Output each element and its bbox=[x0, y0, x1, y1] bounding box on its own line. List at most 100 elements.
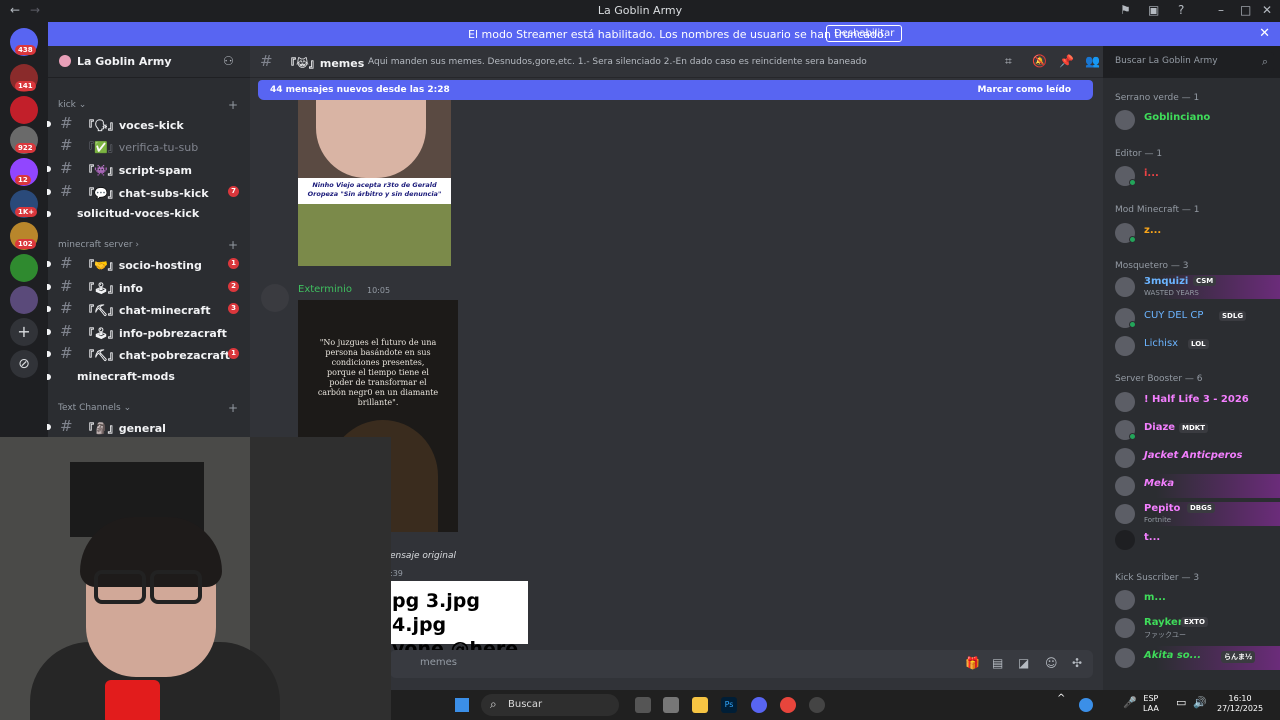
close-window-icon[interactable]: ✕ bbox=[1262, 3, 1272, 17]
gif-icon[interactable]: ▤ bbox=[992, 656, 1003, 670]
pin-icon[interactable]: 📌 bbox=[1059, 54, 1074, 68]
channel-item[interactable]: # 『👾』script-spam bbox=[47, 159, 250, 179]
maximize-icon[interactable]: □ bbox=[1240, 3, 1251, 17]
minimize-icon[interactable]: – bbox=[1218, 3, 1224, 17]
member-item[interactable]: Jacket Anticperos bbox=[1103, 446, 1280, 470]
add-channel-icon[interactable]: + bbox=[228, 401, 238, 415]
app-icon[interactable] bbox=[809, 697, 825, 713]
member-item[interactable]: CUY DEL CP SDLG bbox=[1103, 306, 1280, 330]
clock-date: 27/12/2025 bbox=[1217, 704, 1264, 713]
threads-icon[interactable]: ⌗ bbox=[1005, 54, 1012, 69]
emoji-icon[interactable]: ☺ bbox=[1045, 656, 1058, 670]
member-item[interactable]: Diaze MDKT bbox=[1103, 418, 1280, 442]
discord-icon[interactable] bbox=[751, 697, 767, 713]
hash-icon: # bbox=[60, 114, 73, 132]
new-messages-bar[interactable]: 44 mensajes nuevos desde las 2:28 Marcar… bbox=[258, 80, 1093, 100]
mark-read-button[interactable]: Marcar como leído bbox=[977, 85, 1071, 95]
member-item[interactable]: Goblinciano bbox=[1103, 108, 1280, 132]
server-icon[interactable]: 922 bbox=[10, 126, 38, 154]
clock[interactable]: 16:10 27/12/2025 bbox=[1217, 694, 1263, 714]
server-icon[interactable] bbox=[10, 286, 38, 314]
sticker-icon[interactable]: ◪ bbox=[1018, 656, 1029, 670]
home-discord-icon[interactable]: 438 bbox=[10, 28, 38, 56]
member-item[interactable]: i... bbox=[1103, 164, 1280, 188]
meme-image[interactable]: Ninho Viejo acepta r3to de Gerald Oropez… bbox=[298, 100, 451, 266]
close-icon[interactable]: ✕ bbox=[1259, 26, 1270, 41]
channel-item[interactable]: # 『🤝』socio-hosting 1 bbox=[47, 254, 250, 274]
unread-indicator bbox=[47, 284, 51, 290]
server-icon[interactable]: 1K+ bbox=[10, 190, 38, 218]
member-name: CUY DEL CP bbox=[1144, 310, 1204, 321]
channel-item[interactable]: # 『⛏』chat-pobrezacraft 1 bbox=[47, 344, 250, 364]
inbox-icon[interactable]: ⚑ bbox=[1120, 3, 1131, 17]
category-kick[interactable]: kick ⌄ + bbox=[58, 98, 238, 112]
original-message-link[interactable]: ensaje original bbox=[390, 551, 456, 561]
channel-item[interactable]: # 『💬』chat-subs-kick 7 bbox=[47, 182, 250, 202]
chrome-icon[interactable] bbox=[780, 697, 796, 713]
taskbar-search[interactable]: ⌕ Buscar bbox=[481, 694, 619, 716]
member-item[interactable]: Pepito DBGS Fortnite bbox=[1103, 502, 1280, 526]
channel-item[interactable]: minecraft-mods bbox=[47, 367, 250, 387]
member-item[interactable]: 3mquizi CSM WASTED YEARS bbox=[1103, 275, 1280, 299]
add-server-icon[interactable]: + bbox=[10, 318, 38, 346]
file-explorer-icon[interactable] bbox=[692, 697, 708, 713]
category-minecraft-server[interactable]: minecraft server › + bbox=[58, 238, 238, 252]
channel-item[interactable]: # 『🕹』info-pobrezacraft bbox=[47, 322, 250, 342]
gift-icon[interactable]: 🎁 bbox=[965, 656, 980, 670]
unread-indicator bbox=[47, 121, 51, 127]
member-item[interactable]: ! Half Life 3 - 2026 bbox=[1103, 390, 1280, 414]
server-icon[interactable]: 12 bbox=[10, 158, 38, 186]
member-item[interactable]: Meka bbox=[1103, 474, 1280, 498]
explore-icon[interactable]: ⊘ bbox=[10, 350, 38, 378]
mic-icon[interactable]: 🎤 bbox=[1123, 697, 1137, 708]
channel-item[interactable]: # 『⛏』chat-minecraft 3 bbox=[47, 299, 250, 319]
volume-icon[interactable]: 🔊 bbox=[1193, 697, 1207, 708]
channel-item[interactable]: # 『🗣』voces-kick bbox=[47, 114, 250, 134]
windows-start-icon[interactable] bbox=[455, 698, 469, 712]
server-icon[interactable]: 102 bbox=[10, 222, 38, 250]
channel-topic[interactable]: Aqui manden sus memes. Desnudos,gore,etc… bbox=[368, 57, 867, 67]
task-view-icon[interactable] bbox=[635, 697, 651, 713]
channel-item[interactable]: # 『🕹』info 2 bbox=[47, 277, 250, 297]
avatar bbox=[1115, 648, 1135, 668]
app-icon[interactable] bbox=[663, 697, 679, 713]
member-list-icon[interactable]: 👥 bbox=[1085, 54, 1100, 68]
server-icon[interactable]: 141 bbox=[10, 64, 38, 92]
channel-label: solicitud-voces-kick bbox=[77, 207, 200, 220]
chevron-up-icon[interactable]: ^ bbox=[1057, 694, 1065, 704]
category-text-channels[interactable]: Text Channels ⌄ + bbox=[58, 401, 238, 415]
screen-icon[interactable]: ▣ bbox=[1148, 3, 1159, 17]
add-member-icon[interactable]: ⚇ bbox=[223, 54, 234, 68]
apps-icon[interactable]: ✣ bbox=[1072, 656, 1082, 670]
add-channel-icon[interactable]: + bbox=[228, 98, 238, 112]
notifications-off-icon[interactable]: 🔕 bbox=[1032, 54, 1047, 68]
search-input[interactable]: Buscar La Goblin Army ⌕ bbox=[1109, 52, 1274, 72]
help-icon[interactable]: ? bbox=[1178, 3, 1184, 17]
disable-streamer-button[interactable]: Deshabilitar bbox=[826, 25, 903, 42]
channel-label: 『🗣』voces-kick bbox=[83, 119, 184, 132]
text-image[interactable]: pg 3.jpg 4.jpg yone @here bbox=[390, 581, 528, 660]
server-header[interactable]: La Goblin Army ⌄ ⚇ bbox=[48, 46, 250, 78]
member-item[interactable]: Akita so... らんま½ bbox=[1103, 646, 1280, 670]
member-item[interactable]: m... bbox=[1103, 588, 1280, 612]
member-item[interactable]: z... bbox=[1103, 221, 1280, 245]
tray-app-icon[interactable] bbox=[1079, 698, 1093, 712]
photoshop-icon[interactable]: Ps bbox=[721, 697, 737, 713]
channel-item[interactable]: # 『✅』verifica-tu-sub bbox=[48, 136, 250, 156]
server-icon[interactable] bbox=[10, 254, 38, 282]
message-author[interactable]: Exterminio bbox=[298, 284, 352, 295]
avatar bbox=[1115, 504, 1135, 524]
network-icon[interactable]: ▭ bbox=[1176, 697, 1186, 708]
server-icon[interactable] bbox=[10, 96, 38, 124]
mention-badge: 1 bbox=[228, 348, 239, 359]
unread-indicator bbox=[47, 424, 51, 430]
message-composer[interactable]: memes 🎁 ▤ ◪ ☺ ✣ bbox=[390, 650, 1093, 678]
member-item[interactable]: t... bbox=[1103, 528, 1280, 552]
channel-item[interactable]: solicitud-voces-kick bbox=[47, 204, 250, 224]
language-indicator[interactable]: ESP LAA bbox=[1143, 694, 1159, 714]
member-item[interactable]: Lichisx LOL bbox=[1103, 334, 1280, 358]
channel-item[interactable]: # 『🗿』general bbox=[47, 417, 250, 437]
member-item[interactable]: Rayker EXTO ファックユー bbox=[1103, 616, 1280, 640]
add-channel-icon[interactable]: + bbox=[228, 238, 238, 252]
avatar[interactable] bbox=[261, 284, 289, 312]
